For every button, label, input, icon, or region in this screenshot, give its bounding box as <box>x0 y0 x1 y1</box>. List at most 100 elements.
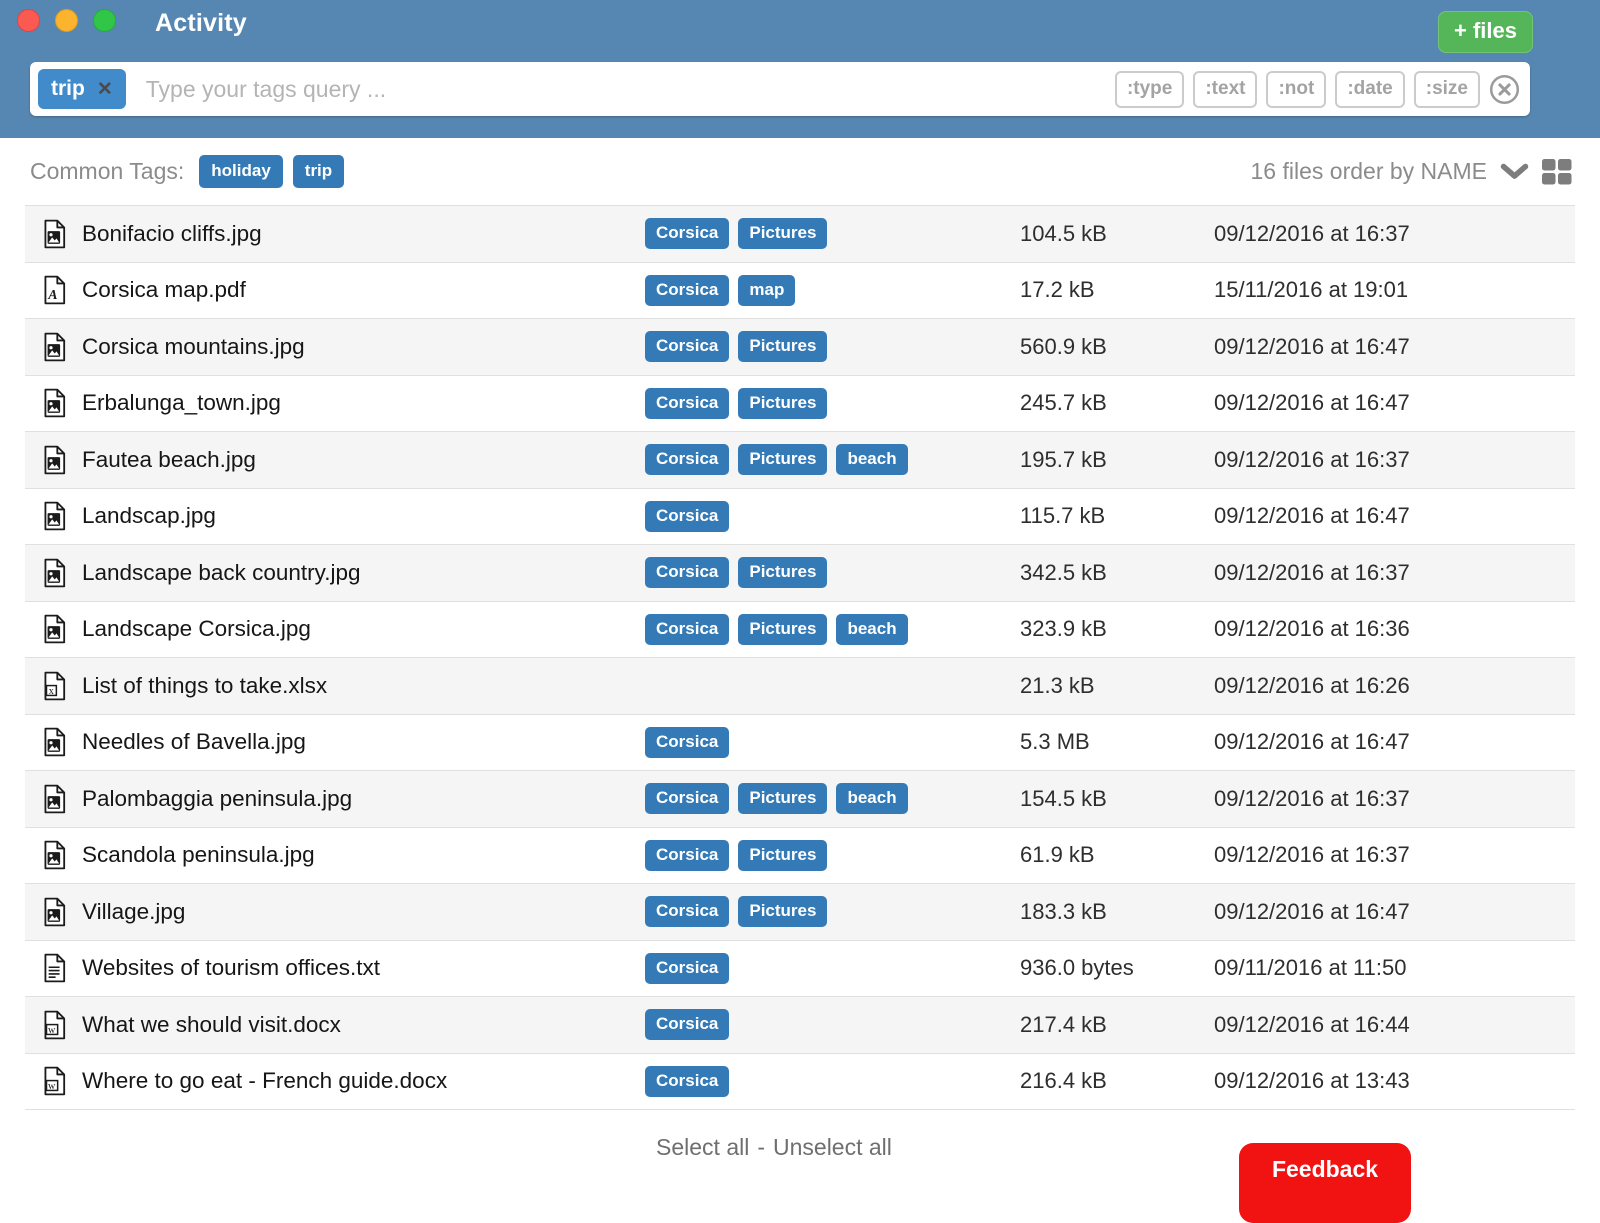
file-row[interactable]: Websites of tourism offices.txt Corsica … <box>25 940 1575 997</box>
file-tag-chip-Corsica[interactable]: Corsica <box>645 331 729 362</box>
file-tag-chip-Pictures[interactable]: Pictures <box>738 896 827 927</box>
file-tag-chip-Pictures[interactable]: Pictures <box>738 840 827 871</box>
filter-date-button[interactable]: :date <box>1335 71 1404 108</box>
remove-tag-icon[interactable]: ✕ <box>97 80 113 99</box>
chevron-down-icon[interactable] <box>1499 162 1530 181</box>
tags-query-input[interactable] <box>146 76 1115 103</box>
file-tag-chip-map[interactable]: map <box>738 275 795 306</box>
selection-links: Select all - Unselect all <box>656 1134 892 1161</box>
image-file-icon <box>41 332 67 362</box>
file-row[interactable]: Fautea beach.jpg CorsicaPicturesbeach 19… <box>25 431 1575 488</box>
file-tag-chip-Pictures[interactable]: Pictures <box>738 557 827 588</box>
file-tags: Corsica Pictures <box>645 388 1020 419</box>
filter-size-button[interactable]: :size <box>1414 71 1480 108</box>
file-tag-chip-Pictures[interactable]: Pictures <box>738 444 827 475</box>
close-window-button[interactable] <box>17 9 40 32</box>
file-name: Corsica mountains.jpg <box>81 334 645 360</box>
file-tag-chip-Corsica[interactable]: Corsica <box>645 557 729 588</box>
common-tags-chips: holiday trip <box>199 155 344 188</box>
file-size: 560.9 kB <box>1020 334 1200 360</box>
file-row[interactable]: A Corsica map.pdf Corsicamap 17.2 kB 15/… <box>25 262 1575 319</box>
svg-text:x: x <box>49 686 54 697</box>
window-controls <box>17 9 116 32</box>
search-active-tag-chip[interactable]: trip ✕ <box>38 69 126 109</box>
add-files-button[interactable]: + files <box>1438 11 1533 53</box>
common-tag-chip-trip[interactable]: trip <box>293 155 344 188</box>
file-name: Village.jpg <box>81 899 645 925</box>
file-size: 17.2 kB <box>1020 277 1200 303</box>
file-row[interactable]: Landscape Corsica.jpg CorsicaPicturesbea… <box>25 601 1575 658</box>
file-size: 154.5 kB <box>1020 786 1200 812</box>
file-tag-chip-Corsica[interactable]: Corsica <box>645 501 729 532</box>
file-row[interactable]: Landscap.jpg Corsica 115.7 kB 09/12/2016… <box>25 488 1575 545</box>
file-tag-chip-Corsica[interactable]: Corsica <box>645 953 729 984</box>
clear-search-icon[interactable] <box>1489 74 1520 105</box>
file-tag-chip-beach[interactable]: beach <box>836 614 907 645</box>
file-row[interactable]: Erbalunga_town.jpg CorsicaPictures 245.7… <box>25 375 1575 432</box>
svg-text:w: w <box>48 1025 56 1036</box>
file-row[interactable]: Palombaggia peninsula.jpg Corsica Picture… <box>25 770 1575 827</box>
file-date: 09/12/2016 at 16:47 <box>1200 334 1575 360</box>
grid-view-icon[interactable] <box>1542 159 1572 185</box>
file-tag-chip-Corsica[interactable]: Corsica <box>645 783 729 814</box>
file-tags: Corsica Pictures <box>645 557 1020 588</box>
file-size: 5.3 MB <box>1020 729 1200 755</box>
feedback-button[interactable]: Feedback <box>1239 1143 1411 1223</box>
file-tags: Corsica map <box>645 275 1020 306</box>
file-row[interactable]: Needles of Bavella.jpg Corsica 5.3 MB 09… <box>25 714 1575 771</box>
search-active-tag-label: trip <box>51 77 85 101</box>
file-tag-chip-Corsica[interactable]: Corsica <box>645 896 729 927</box>
file-size: 342.5 kB <box>1020 560 1200 586</box>
file-tag-chip-Corsica[interactable]: Corsica <box>645 1009 729 1040</box>
file-row[interactable]: Village.jpg CorsicaPictures 183.3 kB 09/… <box>25 883 1575 940</box>
select-all-link[interactable]: Select all <box>656 1134 749 1161</box>
file-name: Palombaggia peninsula.jpg <box>81 786 645 812</box>
search-bar: trip ✕ :type:text:not:date :size <box>30 62 1530 116</box>
file-row[interactable]: x List of things to take.xlsx 21.3 kB 09… <box>25 657 1575 714</box>
file-row[interactable]: w Where to go eat - French guide.docx Co… <box>25 1053 1575 1110</box>
file-date: 09/12/2016 at 16:37 <box>1200 560 1575 586</box>
file-tag-chip-Pictures[interactable]: Pictures <box>738 614 827 645</box>
unselect-all-link[interactable]: Unselect all <box>773 1134 892 1161</box>
file-tag-chip-Corsica[interactable]: Corsica <box>645 218 729 249</box>
file-name: Corsica map.pdf <box>81 277 645 303</box>
list-order-controls: 16 files order by NAME <box>1251 158 1572 185</box>
file-tags: Corsica <box>645 1066 1020 1097</box>
file-date: 09/12/2016 at 16:47 <box>1200 899 1575 925</box>
file-tag-chip-beach[interactable]: beach <box>836 444 907 475</box>
file-tag-chip-Corsica[interactable]: Corsica <box>645 727 729 758</box>
filter-type-button[interactable]: :type <box>1115 71 1184 108</box>
zoom-window-button[interactable] <box>93 9 116 32</box>
filter-text-button[interactable]: :text <box>1193 71 1257 108</box>
file-date: 09/12/2016 at 16:37 <box>1200 221 1575 247</box>
common-tags-label: Common Tags: <box>30 158 184 185</box>
file-row[interactable]: Bonifacio cliffs.jpg CorsicaPictures 104… <box>25 205 1575 262</box>
file-tag-chip-Corsica[interactable]: Corsica <box>645 614 729 645</box>
file-row[interactable]: Corsica mountains.jpg Corsica Pictures 56… <box>25 318 1575 375</box>
file-tag-chip-Corsica[interactable]: Corsica <box>645 840 729 871</box>
file-date: 09/12/2016 at 13:43 <box>1200 1068 1575 1094</box>
image-file-icon <box>41 614 67 644</box>
file-tag-chip-Pictures[interactable]: Pictures <box>738 218 827 249</box>
file-date: 09/12/2016 at 16:47 <box>1200 729 1575 755</box>
filter-not-button[interactable]: :not <box>1266 71 1326 108</box>
file-tag-chip-Pictures[interactable]: Pictures <box>738 783 827 814</box>
file-tag-chip-Pictures[interactable]: Pictures <box>738 388 827 419</box>
common-tag-chip-holiday[interactable]: holiday <box>199 155 283 188</box>
file-tag-chip-Corsica[interactable]: Corsica <box>645 444 729 475</box>
file-size: 936.0 bytes <box>1020 955 1200 981</box>
file-row[interactable]: Landscape back country.jpg CorsicaPictur… <box>25 544 1575 601</box>
file-row[interactable]: w What we should visit.docx Corsica 217.… <box>25 996 1575 1053</box>
image-file-icon <box>41 558 67 588</box>
file-tag-chip-beach[interactable]: beach <box>836 783 907 814</box>
file-tag-chip-Corsica[interactable]: Corsica <box>645 1066 729 1097</box>
file-tag-chip-Corsica[interactable]: Corsica <box>645 275 729 306</box>
file-tag-chip-Pictures[interactable]: Pictures <box>738 331 827 362</box>
file-row[interactable]: Scandola peninsula.jpg CorsicaPictures 6… <box>25 827 1575 884</box>
spreadsheet-file-icon: x <box>41 671 67 701</box>
file-tag-chip-Corsica[interactable]: Corsica <box>645 388 729 419</box>
file-tags: Corsica <box>645 727 1020 758</box>
word-file-icon: w <box>41 1010 67 1040</box>
text-file-icon <box>41 953 67 983</box>
minimize-window-button[interactable] <box>55 9 78 32</box>
